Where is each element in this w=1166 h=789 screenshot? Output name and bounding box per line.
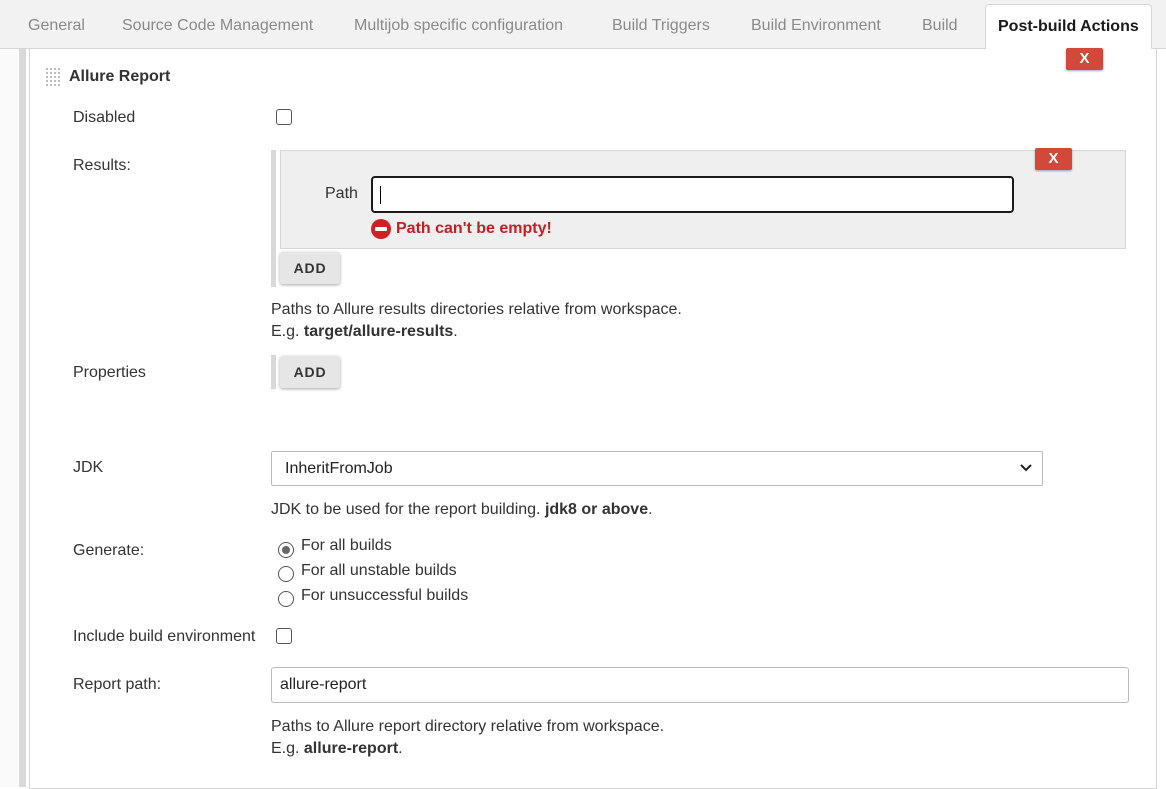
radio-label-for-all-builds: For all builds (301, 537, 392, 554)
report-path-label: Report path: (73, 676, 162, 693)
add-result-button[interactable]: ADD (280, 252, 340, 284)
results-help-line2: E.g. target/allure-results. (271, 321, 682, 343)
properties-label: Properties (73, 364, 146, 381)
delete-section-button[interactable]: X (1066, 48, 1103, 70)
report-path-help: Paths to Allure report directory relativ… (271, 716, 664, 760)
drag-handle-icon[interactable] (45, 67, 61, 87)
tab-build-environment[interactable]: Build Environment (751, 0, 881, 49)
tab-source-code-management[interactable]: Source Code Management (122, 0, 313, 49)
results-repeat-bar (271, 150, 276, 287)
add-property-button[interactable]: ADD (280, 356, 340, 388)
results-label: Results: (73, 157, 131, 174)
page-gutter (0, 49, 18, 787)
tab-multijob-config[interactable]: Multijob specific configuration (354, 0, 563, 49)
radio-label-for-all-unstable-builds: For all unstable builds (301, 562, 457, 579)
results-help-line1: Paths to Allure results directories rela… (271, 301, 682, 318)
report-help-suffix: . (398, 740, 403, 757)
jdk-selected-value: InheritFromJob (285, 460, 393, 477)
tab-bar: General Source Code Management Multijob … (0, 0, 1166, 50)
jdk-help-bold: jdk8 or above (544, 501, 649, 518)
tab-build-triggers[interactable]: Build Triggers (612, 0, 710, 49)
results-help: Paths to Allure results directories rela… (271, 299, 682, 343)
report-help-example: allure-report (303, 740, 399, 757)
text-caret (380, 186, 381, 204)
jdk-select[interactable]: InheritFromJob (271, 451, 1043, 486)
radio-for-all-builds[interactable] (278, 542, 294, 558)
path-label: Path (325, 185, 358, 202)
radio-for-unsuccessful-builds[interactable] (278, 591, 294, 607)
report-help-line2: E.g. allure-report. (271, 738, 664, 760)
jdk-label: JDK (73, 459, 104, 476)
generate-label: Generate: (73, 542, 145, 559)
properties-repeat-bar (271, 355, 276, 389)
report-help-line1: Paths to Allure report directory relativ… (271, 718, 665, 735)
include-build-env-checkbox[interactable] (276, 628, 292, 644)
path-input[interactable] (371, 176, 1014, 213)
path-error-message: Path can't be empty! (396, 220, 552, 237)
chevron-down-icon (1019, 452, 1033, 497)
include-build-env-label: Include build environment (73, 628, 256, 645)
delete-result-button[interactable]: X (1035, 148, 1072, 170)
disabled-label: Disabled (73, 109, 136, 126)
radio-label-for-unsuccessful-builds: For unsuccessful builds (301, 587, 469, 604)
results-help-example: target/allure-results (303, 323, 454, 340)
disabled-checkbox[interactable] (276, 109, 292, 125)
error-icon (371, 219, 391, 239)
tab-post-build-actions[interactable]: Post-build Actions (985, 4, 1152, 50)
results-help-prefix: E.g. (271, 323, 304, 340)
results-help-suffix: . (453, 323, 458, 340)
report-path-input[interactable]: allure-report (271, 667, 1129, 703)
jdk-help-suffix: . (648, 501, 653, 518)
tab-general[interactable]: General (28, 0, 85, 49)
report-help-prefix: E.g. (271, 740, 304, 757)
radio-for-all-unstable-builds[interactable] (278, 566, 294, 582)
jdk-help: JDK to be used for the report building. … (271, 499, 653, 521)
jdk-help-text: JDK to be used for the report building. (271, 501, 545, 518)
tab-build[interactable]: Build (922, 0, 958, 49)
section-side-bar (19, 49, 26, 787)
section-title: Allure Report (69, 68, 171, 85)
